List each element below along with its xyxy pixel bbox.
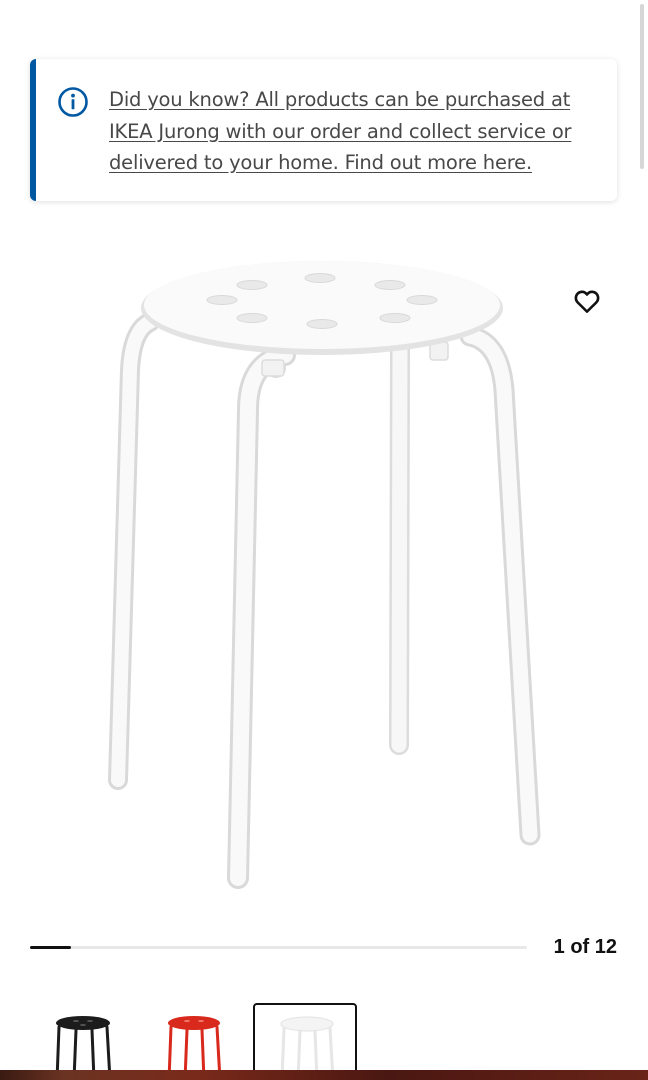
info-icon (58, 87, 88, 117)
gallery-progress-track (30, 946, 527, 949)
gallery-counter: 1 of 12 (553, 936, 617, 958)
page-scrollbar[interactable] (640, 4, 644, 169)
thumbnail-black-stool[interactable] (30, 1003, 134, 1080)
white-stool-image (280, 1016, 335, 1080)
thumbnail-white-stool[interactable] (253, 1003, 357, 1080)
black-stool-image (55, 1016, 112, 1080)
red-stool-image (167, 1016, 222, 1080)
gallery-progress-fill (30, 946, 72, 949)
notice-accent-bar (30, 59, 36, 201)
thumbnail-red-stool[interactable] (142, 1003, 246, 1080)
heart-outline-icon (574, 290, 600, 313)
bottom-content-strip (0, 1070, 648, 1080)
favourite-button[interactable] (568, 282, 606, 320)
notice-link[interactable]: Did you know? All products can be purcha… (109, 84, 604, 179)
product-image-stool[interactable] (90, 250, 560, 900)
